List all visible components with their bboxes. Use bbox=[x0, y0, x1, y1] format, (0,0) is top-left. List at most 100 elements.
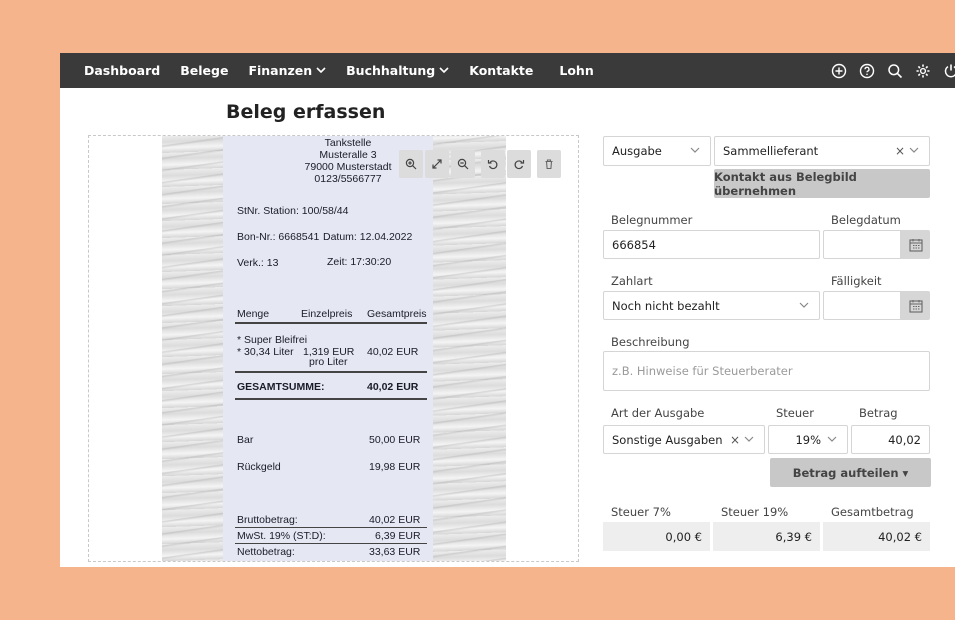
receipt-rule bbox=[235, 371, 427, 373]
receipt-gesamt-value: 40,02 EUR bbox=[367, 381, 419, 393]
receipt-rule bbox=[235, 322, 427, 324]
faelligkeit-label: Fälligkeit bbox=[831, 274, 882, 288]
contact-select-value: Sammellieferant bbox=[723, 144, 819, 158]
app-window: Dashboard Belege Finanzen Buchhaltung Ko… bbox=[60, 53, 955, 567]
expand-button[interactable] bbox=[425, 150, 449, 178]
zahlart-value: Noch nicht bezahlt bbox=[612, 298, 720, 313]
add-circle-icon[interactable] bbox=[831, 63, 847, 79]
receipt-item-total: 40,02 EUR bbox=[367, 346, 419, 358]
zoom-in-icon bbox=[405, 158, 417, 170]
chevron-down-icon bbox=[827, 436, 837, 442]
receipt-rueck-label: Rückgeld bbox=[237, 461, 281, 473]
art-select[interactable]: Sonstige Ausgaben × bbox=[603, 425, 765, 454]
receipt-netto-label: Nettobetrag: bbox=[237, 546, 295, 558]
receipt-col-einzelpreis: Einzelpreis bbox=[301, 308, 353, 320]
clear-icon[interactable]: × bbox=[730, 433, 740, 447]
search-icon[interactable] bbox=[887, 63, 903, 79]
betrag-input[interactable]: 40,02 bbox=[851, 425, 930, 454]
faelligkeit-input[interactable] bbox=[823, 291, 901, 320]
nav-lohn[interactable]: Lohn bbox=[559, 63, 593, 78]
nav-buchhaltung[interactable]: Buchhaltung bbox=[346, 63, 449, 78]
receipt-bar-label: Bar bbox=[237, 434, 254, 446]
delete-image-button[interactable] bbox=[537, 150, 561, 178]
art-value: Sonstige Ausgaben bbox=[612, 432, 723, 447]
belegdatum-input[interactable] bbox=[823, 230, 901, 259]
rotate-left-button[interactable] bbox=[481, 150, 505, 178]
top-nav: Dashboard Belege Finanzen Buchhaltung Ko… bbox=[60, 53, 955, 88]
chevron-down-icon bbox=[316, 67, 326, 74]
zoom-out-icon bbox=[457, 158, 469, 170]
zahlart-select[interactable]: Noch nicht bezahlt bbox=[603, 291, 820, 320]
receipt-bon-nr: Bon-Nr.: 6668541 bbox=[237, 231, 320, 243]
steuer-select[interactable]: 19% bbox=[768, 425, 848, 454]
receipt-image-dropzone[interactable]: Tankstelle Musteralle 3 79000 Musterstad… bbox=[88, 135, 579, 562]
receipt-item-qty: * 30,34 Liter bbox=[237, 346, 294, 358]
receipt-item-unit: pro Liter bbox=[309, 356, 348, 368]
belegdatum-calendar-button[interactable] bbox=[901, 230, 930, 259]
nav-belege[interactable]: Belege bbox=[180, 63, 228, 78]
receipt-rule bbox=[235, 398, 427, 400]
nav-kontakte[interactable]: Kontakte bbox=[469, 63, 533, 78]
rotate-right-icon bbox=[514, 160, 525, 170]
receipt-brutto-label: Bruttobetrag: bbox=[237, 514, 298, 526]
receipt-netto-value: 33,63 EUR bbox=[369, 546, 421, 558]
type-select[interactable]: Ausgabe bbox=[603, 136, 711, 166]
gesamtbetrag-value: 40,02 € bbox=[823, 522, 930, 551]
art-label: Art der Ausgabe bbox=[611, 406, 705, 420]
chevron-down-icon bbox=[439, 67, 449, 74]
steuer-label: Steuer bbox=[776, 406, 814, 420]
gesamtbetrag-label: Gesamtbetrag bbox=[831, 505, 914, 519]
faelligkeit-calendar-button[interactable] bbox=[901, 291, 930, 320]
steuer7-value: 0,00 € bbox=[603, 522, 710, 551]
receipt-paper: Tankstelle Musteralle 3 79000 Musterstad… bbox=[223, 136, 433, 561]
beschreibung-input[interactable]: z.B. Hinweise für Steuerberater bbox=[603, 351, 930, 391]
receipt-item-name: * Super Bleifrei bbox=[237, 334, 308, 346]
steuer-value: 19% bbox=[795, 432, 821, 447]
betrag-value: 40,02 bbox=[888, 432, 921, 447]
split-amount-button[interactable]: Betrag aufteilen ▾ bbox=[770, 458, 931, 487]
receipt-rule bbox=[235, 543, 427, 544]
steuer7-label: Steuer 7% bbox=[611, 505, 671, 519]
receipt-rueck-value: 19,98 EUR bbox=[369, 461, 421, 473]
chevron-down-icon bbox=[690, 147, 700, 153]
nav-dashboard[interactable]: Dashboard bbox=[84, 63, 160, 78]
contact-from-image-button[interactable]: Kontakt aus Belegbild übernehmen bbox=[714, 169, 930, 198]
receipt-verk: Verk.: 13 bbox=[237, 257, 279, 269]
belegnummer-input[interactable]: 666854 bbox=[603, 230, 820, 259]
receipt-bar-value: 50,00 EUR bbox=[369, 434, 421, 446]
clear-icon[interactable]: × bbox=[895, 144, 905, 158]
steuer19-value: 6,39 € bbox=[713, 522, 820, 551]
calendar-icon bbox=[908, 238, 923, 252]
belegnummer-value: 666854 bbox=[612, 237, 656, 252]
type-select-value: Ausgabe bbox=[612, 144, 662, 158]
expand-icon bbox=[432, 159, 442, 169]
image-toolbar bbox=[399, 150, 563, 178]
nav-finanzen[interactable]: Finanzen bbox=[248, 63, 326, 78]
receipt-rule bbox=[235, 527, 427, 528]
zoom-in-button[interactable] bbox=[399, 150, 423, 178]
receipt-station: Tankstelle bbox=[324, 137, 372, 149]
receipt-col-menge: Menge bbox=[237, 308, 270, 320]
zoom-out-button[interactable] bbox=[451, 150, 475, 178]
receipt-zeit: Zeit: 17:30:20 bbox=[327, 256, 392, 268]
beschreibung-label: Beschreibung bbox=[611, 335, 690, 349]
belegnummer-label: Belegnummer bbox=[611, 213, 693, 227]
page-title: Beleg erfassen bbox=[226, 101, 386, 123]
gear-icon[interactable] bbox=[915, 63, 931, 79]
rotate-right-button[interactable] bbox=[507, 150, 531, 178]
beschreibung-placeholder: z.B. Hinweise für Steuerberater bbox=[612, 364, 793, 378]
receipt-gesamt-label: GESAMTSUMME: bbox=[237, 381, 325, 393]
power-icon[interactable] bbox=[943, 63, 955, 79]
help-icon[interactable] bbox=[859, 63, 875, 79]
receipt-mwst-label: MwSt. 19% (ST:D): bbox=[237, 530, 326, 542]
receipt-datum: Datum: 12.04.2022 bbox=[323, 231, 413, 243]
chevron-down-icon bbox=[744, 436, 754, 442]
zahlart-label: Zahlart bbox=[611, 274, 653, 288]
nav-icon-group bbox=[819, 53, 955, 88]
trash-icon bbox=[545, 159, 553, 170]
chevron-down-icon bbox=[909, 147, 919, 153]
calendar-icon bbox=[908, 299, 923, 313]
contact-select[interactable]: Sammellieferant × bbox=[714, 136, 930, 166]
betrag-label: Betrag bbox=[859, 406, 898, 420]
receipt-mwst-value: 6,39 EUR bbox=[375, 530, 421, 542]
